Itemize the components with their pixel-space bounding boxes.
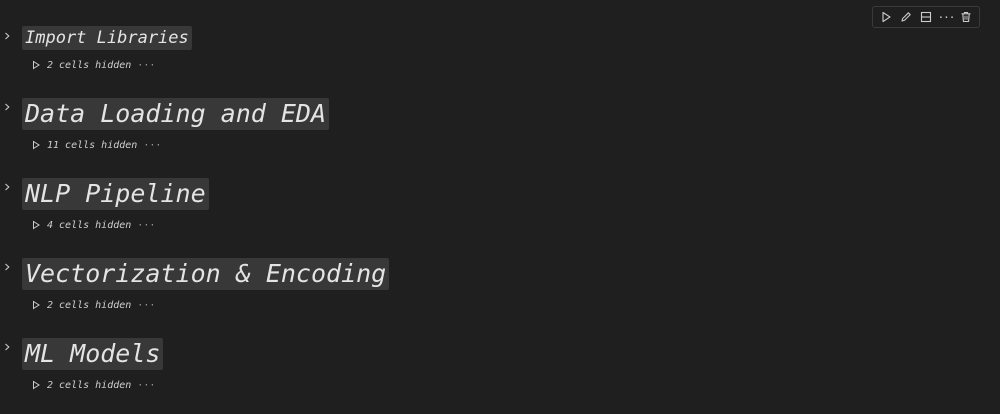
chevron-right-icon[interactable]: [2, 342, 12, 352]
run-icon: [882, 11, 891, 23]
hidden-cells-label: 2 cells hidden: [47, 59, 132, 71]
play-icon: [30, 219, 42, 231]
notebook-section: ML Models 2 cells hidden ···: [0, 338, 860, 398]
hidden-cells-row[interactable]: 2 cells hidden ···: [30, 378, 155, 392]
cell-toolbar: ···: [872, 6, 980, 28]
notebook-section: Data Loading and EDA 11 cells hidden ···: [0, 98, 860, 158]
hidden-cells-row[interactable]: 2 cells hidden ···: [30, 58, 155, 72]
chevron-right-icon[interactable]: [2, 262, 12, 272]
hidden-cells-label: 4 cells hidden: [47, 219, 132, 231]
ellipsis-icon: ···: [143, 139, 162, 151]
hidden-cells-row[interactable]: 11 cells hidden ···: [30, 138, 161, 152]
notebook-section: NLP Pipeline 4 cells hidden ···: [0, 178, 860, 238]
play-icon: [30, 139, 42, 151]
chevron-right-icon[interactable]: [2, 31, 12, 41]
ellipsis-icon: ···: [137, 59, 156, 71]
section-heading[interactable]: Data Loading and EDA: [22, 98, 330, 130]
section-heading[interactable]: Vectorization & Encoding: [22, 258, 390, 290]
section-heading[interactable]: NLP Pipeline: [22, 178, 209, 210]
play-icon: [30, 379, 42, 391]
section-heading[interactable]: Import Libraries: [22, 26, 192, 50]
hidden-cells-label: 11 cells hidden: [47, 139, 138, 151]
chevron-right-icon[interactable]: [2, 182, 12, 192]
ellipsis-icon: ···: [137, 219, 156, 231]
hidden-cells-label: 2 cells hidden: [47, 379, 132, 391]
play-icon: [30, 59, 42, 71]
delete-icon: [961, 11, 971, 23]
ellipsis-icon: ···: [137, 299, 156, 311]
play-icon: [30, 299, 42, 311]
ellipsis-icon: ···: [137, 379, 156, 391]
chevron-right-icon[interactable]: [2, 102, 12, 112]
hidden-cells-row[interactable]: 4 cells hidden ···: [30, 218, 155, 232]
split-cell-icon: [920, 11, 932, 23]
edit-cell-button[interactable]: [897, 8, 915, 26]
delete-cell-button[interactable]: [957, 8, 975, 26]
hidden-cells-row[interactable]: 2 cells hidden ···: [30, 298, 155, 312]
notebook-section: Import Libraries 2 cells hidden ···: [0, 26, 860, 76]
run-cell-button[interactable]: [877, 8, 895, 26]
split-cell-button[interactable]: [917, 8, 935, 26]
section-heading[interactable]: ML Models: [22, 338, 164, 370]
notebook-section: Vectorization & Encoding 2 cells hidden …: [0, 258, 860, 318]
more-actions-icon: ···: [937, 10, 956, 24]
hidden-cells-label: 2 cells hidden: [47, 299, 132, 311]
more-actions-button[interactable]: ···: [937, 8, 956, 26]
edit-icon: [901, 12, 911, 22]
